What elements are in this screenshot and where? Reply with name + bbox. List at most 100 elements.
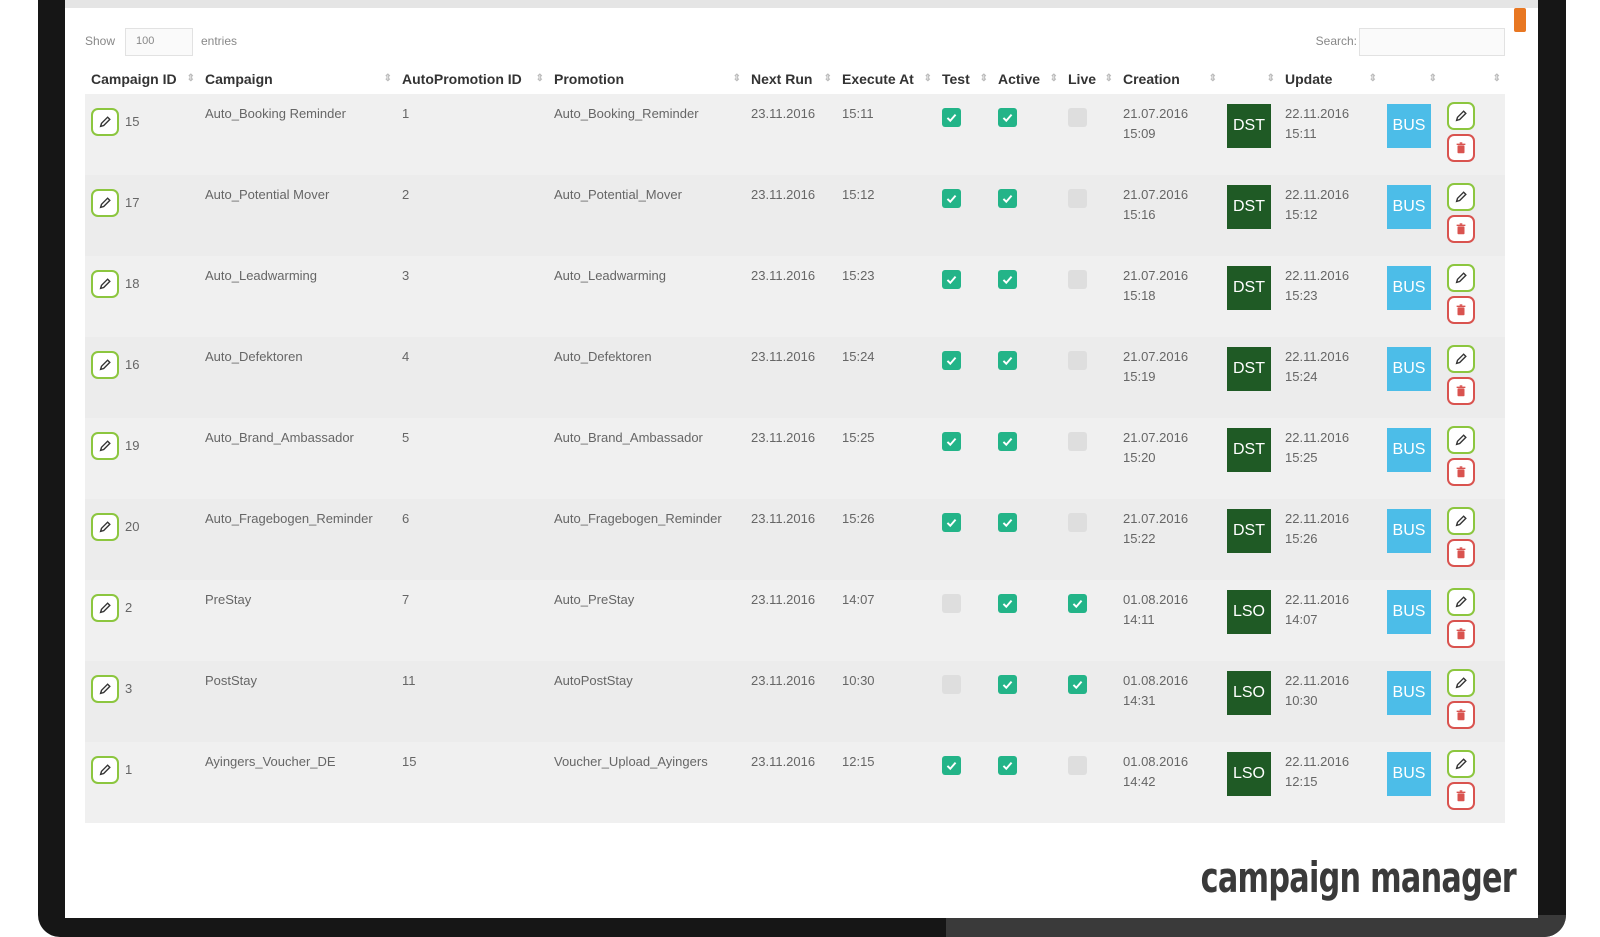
bus-button[interactable]: BUS	[1387, 104, 1431, 148]
edit-button[interactable]	[91, 432, 119, 460]
scroll-indicator[interactable]	[1514, 8, 1526, 32]
edit-button[interactable]	[91, 270, 119, 298]
bus-button[interactable]: BUS	[1387, 347, 1431, 391]
active-checkbox[interactable]	[998, 189, 1017, 208]
delete-row-button[interactable]	[1447, 701, 1475, 729]
active-checkbox[interactable]	[998, 108, 1017, 127]
search-input[interactable]	[1359, 28, 1505, 56]
test-checkbox[interactable]	[942, 756, 961, 775]
edit-row-button[interactable]	[1447, 345, 1475, 373]
test-checkbox[interactable]	[942, 432, 961, 451]
column-header[interactable]: Campaign ID ⇕	[85, 64, 199, 94]
edit-row-button[interactable]	[1447, 183, 1475, 211]
test-checkbox[interactable]	[942, 189, 961, 208]
active-checkbox[interactable]	[998, 270, 1017, 289]
sort-icon[interactable]: ⇕	[733, 73, 741, 84]
delete-row-button[interactable]	[1447, 296, 1475, 324]
sort-icon[interactable]: ⇕	[536, 73, 544, 84]
column-header[interactable]: Test ⇕	[936, 64, 992, 94]
edit-button[interactable]	[91, 756, 119, 784]
edit-button[interactable]	[91, 675, 119, 703]
sort-icon[interactable]: ⇕	[1429, 73, 1437, 84]
sort-icon[interactable]: ⇕	[187, 73, 195, 84]
type-badge-button[interactable]: DST	[1227, 266, 1271, 310]
type-badge-button[interactable]: LSO	[1227, 590, 1271, 634]
sort-icon[interactable]: ⇕	[1050, 73, 1058, 84]
column-header[interactable]: Next Run ⇕	[745, 64, 836, 94]
type-badge-button[interactable]: DST	[1227, 509, 1271, 553]
type-badge-button[interactable]: DST	[1227, 428, 1271, 472]
delete-row-button[interactable]	[1447, 782, 1475, 810]
edit-row-button[interactable]	[1447, 102, 1475, 130]
delete-row-button[interactable]	[1447, 215, 1475, 243]
column-header[interactable]: Promotion ⇕	[548, 64, 745, 94]
edit-row-button[interactable]	[1447, 588, 1475, 616]
live-checkbox[interactable]	[1068, 675, 1087, 694]
live-checkbox[interactable]	[1068, 270, 1087, 289]
type-badge-button[interactable]: DST	[1227, 347, 1271, 391]
edit-row-button[interactable]	[1447, 669, 1475, 697]
edit-button[interactable]	[91, 189, 119, 217]
entries-select[interactable]: 100	[125, 28, 193, 56]
sort-icon[interactable]: ⇕	[1369, 73, 1377, 84]
edit-row-button[interactable]	[1447, 264, 1475, 292]
sort-icon[interactable]: ⇕	[1209, 73, 1217, 84]
sort-icon[interactable]: ⇕	[924, 73, 932, 84]
sort-icon[interactable]: ⇕	[1493, 73, 1501, 84]
active-checkbox[interactable]	[998, 594, 1017, 613]
column-header[interactable]: Campaign ⇕	[199, 64, 396, 94]
bus-button[interactable]: BUS	[1387, 185, 1431, 229]
bus-button[interactable]: BUS	[1387, 509, 1431, 553]
bus-button[interactable]: BUS	[1387, 428, 1431, 472]
edit-row-button[interactable]	[1447, 750, 1475, 778]
test-checkbox[interactable]	[942, 675, 961, 694]
sort-icon[interactable]: ⇕	[1105, 73, 1113, 84]
delete-row-button[interactable]	[1447, 620, 1475, 648]
column-header[interactable]: Creation ⇕	[1117, 64, 1221, 94]
sort-icon[interactable]: ⇕	[980, 73, 988, 84]
bus-button[interactable]: BUS	[1387, 671, 1431, 715]
sort-icon[interactable]: ⇕	[384, 73, 392, 84]
sort-icon[interactable]: ⇕	[824, 73, 832, 84]
bus-button[interactable]: BUS	[1387, 752, 1431, 796]
column-header[interactable]: ⇕	[1381, 64, 1441, 94]
delete-row-button[interactable]	[1447, 458, 1475, 486]
delete-row-button[interactable]	[1447, 134, 1475, 162]
edit-button[interactable]	[91, 594, 119, 622]
active-checkbox[interactable]	[998, 432, 1017, 451]
edit-row-button[interactable]	[1447, 426, 1475, 454]
live-checkbox[interactable]	[1068, 189, 1087, 208]
active-checkbox[interactable]	[998, 351, 1017, 370]
active-checkbox[interactable]	[998, 756, 1017, 775]
live-checkbox[interactable]	[1068, 513, 1087, 532]
test-checkbox[interactable]	[942, 513, 961, 532]
edit-button[interactable]	[91, 513, 119, 541]
column-header[interactable]: Update ⇕	[1279, 64, 1381, 94]
bus-button[interactable]: BUS	[1387, 266, 1431, 310]
live-checkbox[interactable]	[1068, 108, 1087, 127]
column-header[interactable]: ⇕	[1441, 64, 1505, 94]
live-checkbox[interactable]	[1068, 432, 1087, 451]
type-badge-button[interactable]: LSO	[1227, 752, 1271, 796]
test-checkbox[interactable]	[942, 594, 961, 613]
test-checkbox[interactable]	[942, 108, 961, 127]
column-header[interactable]: Execute At ⇕	[836, 64, 936, 94]
type-badge-button[interactable]: LSO	[1227, 671, 1271, 715]
active-checkbox[interactable]	[998, 513, 1017, 532]
delete-row-button[interactable]	[1447, 377, 1475, 405]
edit-button[interactable]	[91, 108, 119, 136]
column-header[interactable]: Active ⇕	[992, 64, 1062, 94]
bus-button[interactable]: BUS	[1387, 590, 1431, 634]
column-header[interactable]: ⇕	[1221, 64, 1279, 94]
column-header[interactable]: AutoPromotion ID ⇕	[396, 64, 548, 94]
live-checkbox[interactable]	[1068, 351, 1087, 370]
live-checkbox[interactable]	[1068, 756, 1087, 775]
column-header[interactable]: Live ⇕	[1062, 64, 1117, 94]
delete-row-button[interactable]	[1447, 539, 1475, 567]
test-checkbox[interactable]	[942, 351, 961, 370]
active-checkbox[interactable]	[998, 675, 1017, 694]
edit-button[interactable]	[91, 351, 119, 379]
type-badge-button[interactable]: DST	[1227, 185, 1271, 229]
test-checkbox[interactable]	[942, 270, 961, 289]
edit-row-button[interactable]	[1447, 507, 1475, 535]
